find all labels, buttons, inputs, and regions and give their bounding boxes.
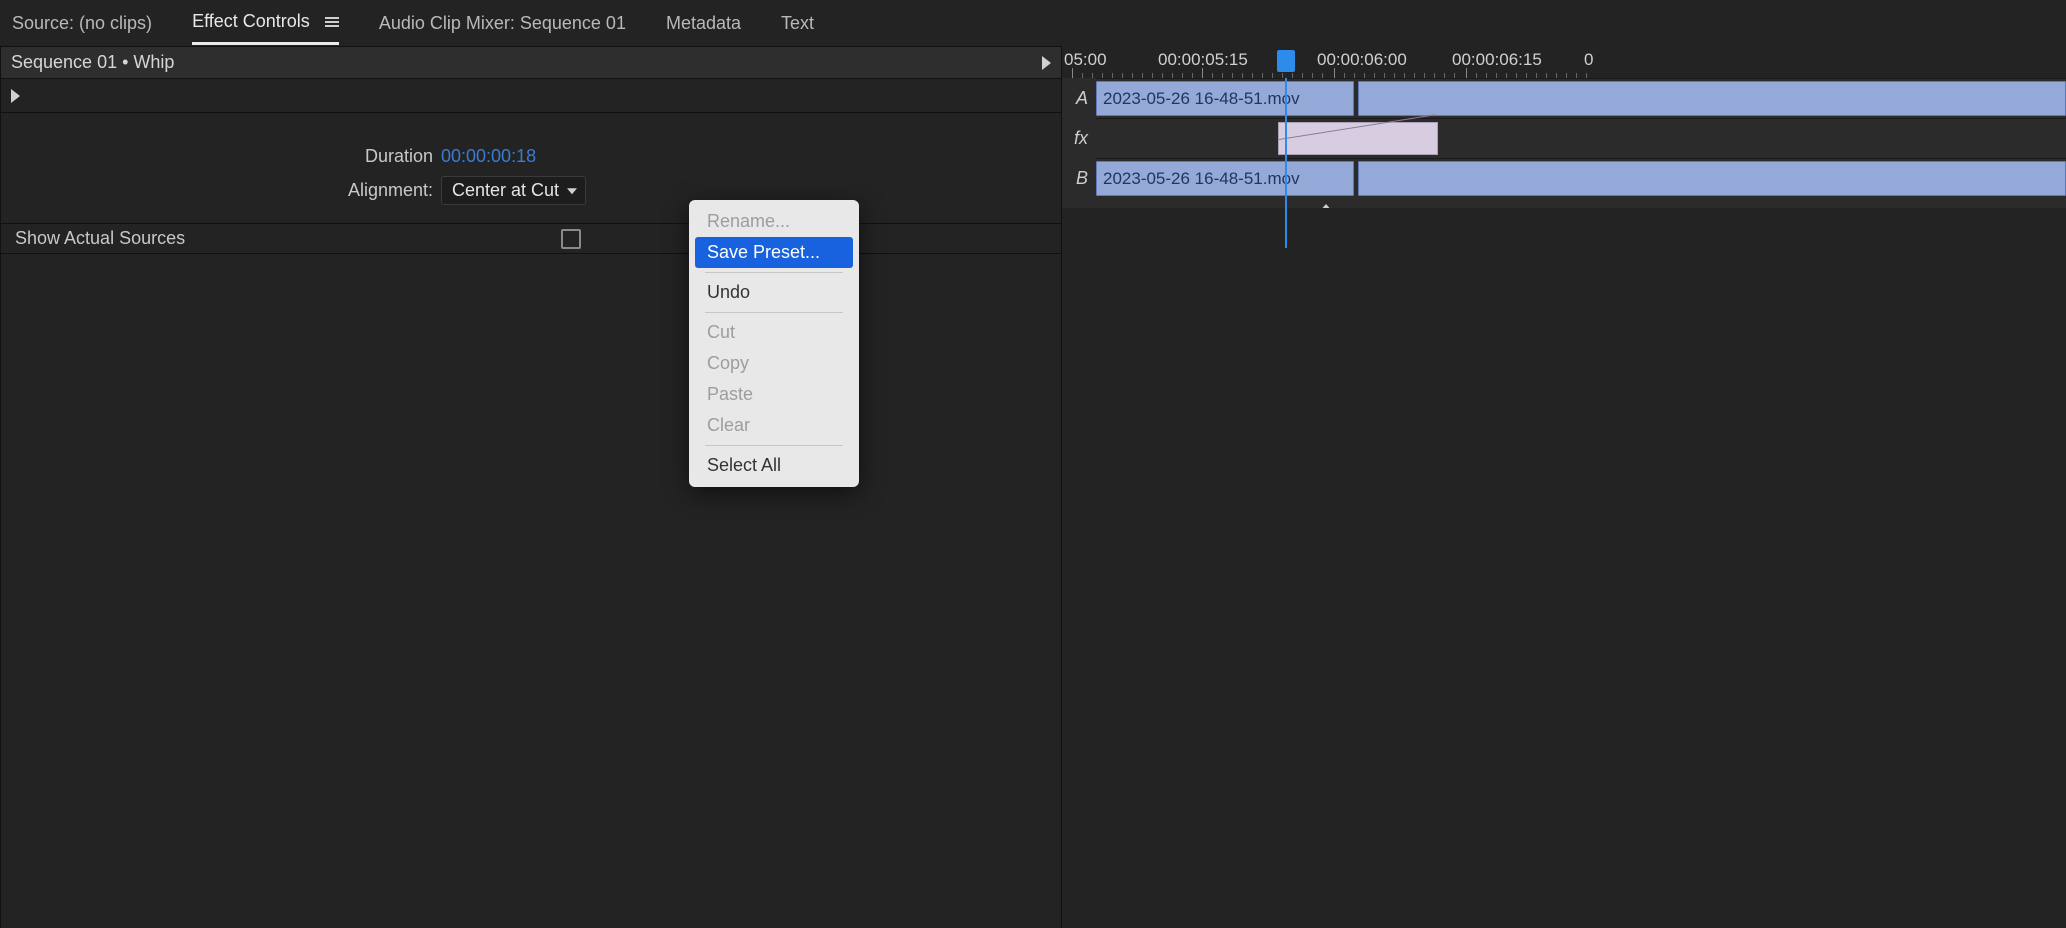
track-b-row: B 2023-05-26 16-48-51.mov bbox=[1062, 158, 2066, 198]
tab-effect-controls[interactable]: Effect Controls bbox=[192, 1, 339, 45]
track-b-label: B bbox=[1062, 168, 1096, 189]
ruler-label: 05:00 bbox=[1064, 50, 1107, 70]
duration-value[interactable]: 00:00:00:18 bbox=[441, 146, 536, 167]
duration-label: Duration bbox=[1, 146, 441, 167]
sequence-title: Sequence 01 • Whip bbox=[11, 52, 174, 73]
ruler-label: 00:00:06:15 bbox=[1452, 50, 1542, 70]
playhead-marker[interactable] bbox=[1277, 50, 1295, 72]
context-menu: Rename... Save Preset... Undo Cut Copy P… bbox=[689, 200, 859, 487]
track-fx-label: fx bbox=[1062, 128, 1096, 149]
ctx-select-all[interactable]: Select All bbox=[695, 450, 853, 481]
effect-disclosure-row[interactable] bbox=[1, 79, 1061, 113]
ctx-rename: Rename... bbox=[695, 206, 853, 237]
track-a-row: A 2023-05-26 16-48-51.mov bbox=[1062, 78, 2066, 118]
ctx-clear: Clear bbox=[695, 410, 853, 441]
alignment-value: Center at Cut bbox=[452, 180, 559, 200]
tracks-area: A 2023-05-26 16-48-51.mov fx B 2023-05-2… bbox=[1062, 78, 2066, 208]
ruler-label: 00:00:05:15 bbox=[1158, 50, 1248, 70]
playhead-line[interactable] bbox=[1285, 78, 1287, 248]
track-a-label: A bbox=[1062, 88, 1096, 109]
alignment-dropdown[interactable]: Center at Cut bbox=[441, 176, 586, 205]
mini-timeline: 05:00 00:00:05:15 00:00:06:00 00:00:06:1… bbox=[1062, 46, 2066, 928]
tab-effect-controls-label: Effect Controls bbox=[192, 11, 310, 31]
tab-metadata[interactable]: Metadata bbox=[666, 3, 741, 44]
panel-tabbar: Source: (no clips) Effect Controls Audio… bbox=[0, 0, 2066, 46]
clip-b-1[interactable]: 2023-05-26 16-48-51.mov bbox=[1096, 161, 1354, 196]
ruler-label: 00:00:06:00 bbox=[1317, 50, 1407, 70]
transition-block[interactable] bbox=[1278, 122, 1438, 155]
clip-b-2[interactable] bbox=[1358, 161, 2066, 196]
tab-source[interactable]: Source: (no clips) bbox=[12, 3, 152, 44]
show-actual-sources-checkbox[interactable] bbox=[561, 229, 581, 249]
ctx-paste: Paste bbox=[695, 379, 853, 410]
ctx-undo[interactable]: Undo bbox=[695, 277, 853, 308]
ctx-cut: Cut bbox=[695, 317, 853, 348]
ctx-save-preset[interactable]: Save Preset... bbox=[695, 237, 853, 268]
clip-a-2[interactable] bbox=[1358, 81, 2066, 116]
play-triangle-icon bbox=[11, 89, 20, 103]
transition-properties: Duration 00:00:00:18 Alignment: Center a… bbox=[1, 113, 1061, 224]
ruler-label: 0 bbox=[1584, 50, 1593, 70]
show-actual-sources-row: Show Actual Sources bbox=[1, 224, 1061, 254]
panel-menu-icon[interactable] bbox=[325, 11, 339, 32]
alignment-label: Alignment: bbox=[1, 180, 441, 201]
tab-text[interactable]: Text bbox=[781, 3, 814, 44]
time-ruler[interactable]: 05:00 00:00:05:15 00:00:06:00 00:00:06:1… bbox=[1062, 46, 2066, 78]
collapse-right-icon[interactable] bbox=[1042, 56, 1051, 70]
show-actual-sources-label: Show Actual Sources bbox=[15, 228, 185, 249]
ctx-copy: Copy bbox=[695, 348, 853, 379]
sequence-header-row: Sequence 01 • Whip bbox=[1, 47, 1061, 79]
clip-a-1[interactable]: 2023-05-26 16-48-51.mov bbox=[1096, 81, 1354, 116]
track-fx-row: fx bbox=[1062, 118, 2066, 158]
tab-audio-mixer[interactable]: Audio Clip Mixer: Sequence 01 bbox=[379, 3, 626, 44]
effect-controls-panel: Sequence 01 • Whip Duration 00:00:00:18 … bbox=[0, 46, 1062, 928]
